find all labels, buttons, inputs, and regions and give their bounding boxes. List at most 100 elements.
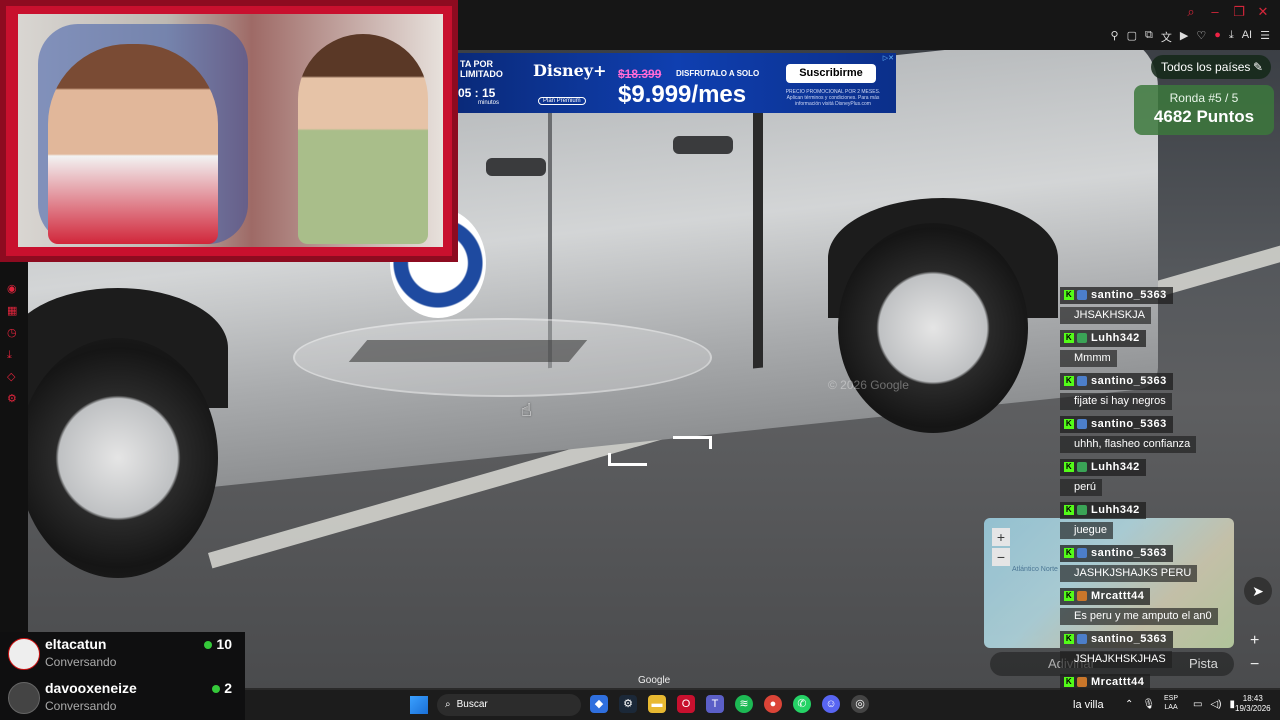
adchoices-icon[interactable]: ▷✕ bbox=[883, 54, 894, 62]
voice-member[interactable]: davooxeneize Conversando 2 bbox=[6, 678, 238, 718]
browser-toolbar: ⚲ ▢ ⧉ 文 ▶ ♡ ● ⤓ AI ☰ bbox=[458, 26, 1280, 50]
grid-icon[interactable]: ▦ bbox=[7, 304, 17, 318]
crop-icon[interactable]: ▢ bbox=[1127, 29, 1137, 45]
language-indicator[interactable]: ESP LAA bbox=[1164, 694, 1178, 712]
subscriber-badge-icon bbox=[1077, 505, 1087, 516]
history-icon[interactable]: ◷ bbox=[7, 326, 17, 340]
chat-overlay: Ksantino_5363 JHSAKHSKJA K Luhh342 Mmmm K… bbox=[1060, 285, 1280, 695]
webcam-feed bbox=[18, 14, 443, 247]
chat-username: Ksantino_5363 bbox=[1060, 287, 1173, 304]
ad-timer: 05 : 15 bbox=[458, 86, 496, 100]
chevron-up-icon[interactable]: ⌃ bbox=[1125, 699, 1133, 710]
webcam-overlay bbox=[0, 0, 458, 262]
windows-start-icon[interactable] bbox=[410, 696, 428, 714]
map-zoom-out-button[interactable]: − bbox=[992, 548, 1010, 566]
member-name: davooxeneize bbox=[45, 680, 137, 696]
member-count: 10 bbox=[204, 636, 232, 652]
settings-icon[interactable]: ⚙ bbox=[7, 392, 17, 406]
subscriber-badge-icon bbox=[1077, 376, 1087, 387]
weather-label[interactable]: la villa bbox=[1073, 699, 1104, 711]
member-count: 2 bbox=[212, 680, 232, 696]
subscriber-badge-icon bbox=[1077, 419, 1087, 430]
pin-icon[interactable]: ⚲ bbox=[1111, 29, 1119, 45]
discord-voice-panel: eltacatun Conversando 10 davooxeneize Co… bbox=[0, 632, 245, 720]
file-explorer-icon[interactable]: ▬ bbox=[648, 695, 666, 713]
voice-member[interactable]: eltacatun Conversando 10 bbox=[6, 634, 238, 674]
chat-username: K Luhh342 bbox=[1060, 459, 1146, 476]
pencil-icon[interactable]: ✎ bbox=[1253, 55, 1263, 79]
chat-text: JSHAJKHSKJHAS bbox=[1060, 651, 1172, 668]
copilot-icon[interactable]: ◆ bbox=[590, 695, 608, 713]
chat-message: K Luhh342 Mmmm bbox=[1060, 328, 1280, 367]
teams-icon[interactable]: T bbox=[706, 695, 724, 713]
home-icon[interactable]: ◉ bbox=[7, 282, 17, 296]
truck-door-handle bbox=[486, 158, 546, 176]
ad-fine-print: PRECIO PROMOCIONAL POR 2 MESES. Aplican … bbox=[785, 89, 881, 107]
truck-door-seam bbox=[753, 107, 763, 369]
navigation-arrow[interactable] bbox=[348, 340, 588, 362]
subscribe-button[interactable]: Suscribirme bbox=[786, 64, 876, 83]
member-status: Conversando bbox=[45, 699, 117, 713]
chat-text: Es peru y me amputo el an0 bbox=[1060, 608, 1218, 625]
network-icon[interactable]: ▭ bbox=[1193, 699, 1202, 710]
crosshair-corner bbox=[608, 453, 647, 466]
play-icon[interactable]: ▶ bbox=[1180, 29, 1188, 45]
shape-icon[interactable]: ◇ bbox=[7, 370, 17, 384]
avatar bbox=[8, 638, 40, 670]
subscriber-badge-icon bbox=[1077, 290, 1087, 301]
discord-icon[interactable]: ☺ bbox=[822, 695, 840, 713]
google-logo: Google bbox=[638, 675, 671, 686]
kick-badge-icon: K bbox=[1064, 290, 1074, 301]
translate-icon[interactable]: 文 bbox=[1161, 29, 1172, 45]
search-icon[interactable]: ⌕ bbox=[1184, 4, 1198, 20]
heart-icon[interactable]: ♡ bbox=[1196, 29, 1206, 45]
capture-icon[interactable]: ⧉ bbox=[1145, 29, 1153, 45]
member-status: Conversando bbox=[45, 655, 117, 669]
crosshair-corner bbox=[673, 436, 712, 449]
microphone-icon[interactable]: 🎙 bbox=[1142, 699, 1155, 710]
disney-plus-ad[interactable]: TA POR LIMITADO 05 : 15 minutos Disney+ … bbox=[458, 53, 896, 113]
menu-icon[interactable]: ☰ bbox=[1260, 29, 1270, 45]
ad-old-price: $18.399 bbox=[618, 67, 662, 81]
country-filter-label: Todos los países bbox=[1161, 60, 1251, 74]
chat-username: Ksantino_5363 bbox=[1060, 416, 1173, 433]
download-icon[interactable]: ⤓ bbox=[7, 348, 17, 362]
obs-icon[interactable]: ◎ bbox=[851, 695, 869, 713]
subscriber-badge-icon bbox=[1077, 333, 1087, 344]
opera-gx-icon[interactable]: O bbox=[677, 695, 695, 713]
guest bbox=[298, 34, 428, 244]
chat-text: uhhh, flasheo confianza bbox=[1060, 436, 1197, 453]
chat-username: K Mrcattt44 bbox=[1060, 674, 1151, 691]
map-zoom-in-button[interactable]: + bbox=[992, 528, 1010, 546]
ad-price: $9.999/mes bbox=[618, 81, 747, 108]
close-icon[interactable]: ✕ bbox=[1256, 4, 1270, 20]
ai-icon[interactable]: AI bbox=[1242, 29, 1252, 45]
restore-icon[interactable]: ❐ bbox=[1232, 4, 1246, 20]
spotify-icon[interactable]: ≋ bbox=[735, 695, 753, 713]
subscriber-badge-icon bbox=[1077, 591, 1087, 602]
system-clock[interactable]: 18:43 19/3/2026 bbox=[1235, 694, 1271, 714]
chat-text: Mmmm bbox=[1060, 350, 1117, 367]
chat-message: K Luhh342 perú bbox=[1060, 457, 1280, 496]
kick-badge-icon: K bbox=[1064, 634, 1074, 645]
kick-badge-icon: K bbox=[1064, 376, 1074, 387]
member-name: eltacatun bbox=[45, 636, 107, 652]
chat-message: K Mrcattt44 bbox=[1060, 672, 1280, 691]
download-icon[interactable]: ⤓ bbox=[1229, 29, 1234, 45]
chat-message: Ksantino_5363 JASHKJSHAJKS PERU bbox=[1060, 543, 1280, 582]
volume-icon[interactable]: ◁) bbox=[1210, 699, 1221, 710]
steam-icon[interactable]: ⚙ bbox=[619, 695, 637, 713]
round-label: Ronda #5 / 5 bbox=[1169, 91, 1239, 105]
whatsapp-icon[interactable]: ✆ bbox=[793, 695, 811, 713]
hand-cursor-icon: ☝ bbox=[521, 400, 532, 420]
user-icon[interactable]: ● bbox=[1214, 29, 1221, 45]
kick-badge-icon: K bbox=[1064, 462, 1074, 473]
minimize-icon[interactable]: – bbox=[1208, 4, 1222, 20]
points-total: 4682 Puntos bbox=[1153, 107, 1255, 126]
chat-message: Ksantino_5363 JSHAJKHSKJHAS bbox=[1060, 629, 1280, 668]
ad-timer-label: minutos bbox=[478, 100, 500, 106]
taskbar-search[interactable]: ⌕ Buscar bbox=[437, 694, 581, 716]
country-filter[interactable]: Todos los países ✎ bbox=[1151, 55, 1271, 79]
chrome-icon[interactable]: ● bbox=[764, 695, 782, 713]
chat-text: juegue bbox=[1060, 522, 1114, 539]
